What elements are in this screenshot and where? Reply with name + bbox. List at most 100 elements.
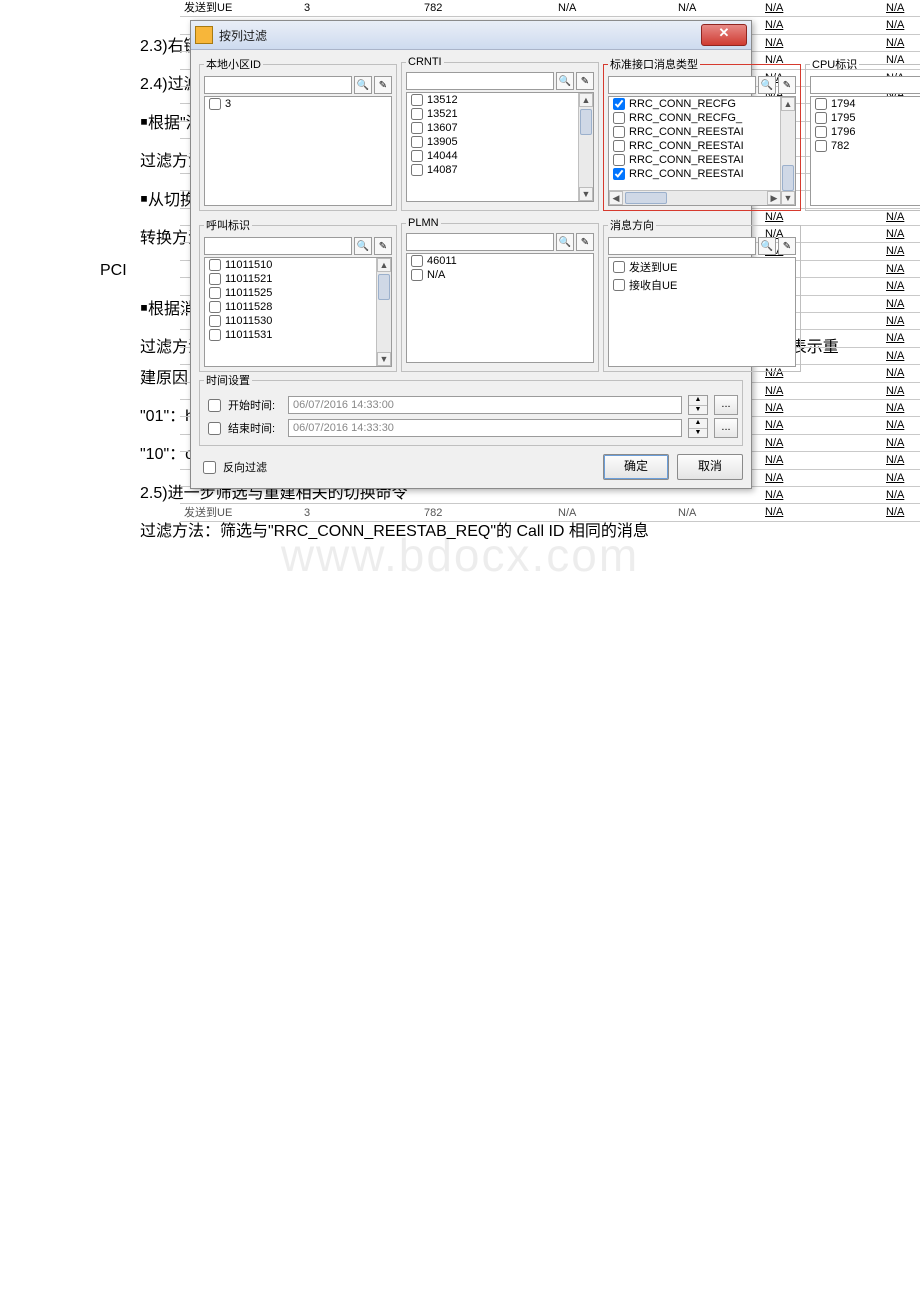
list-item[interactable]: 1795 (811, 111, 920, 125)
scrollbar-v[interactable]: ▲ ▼ (578, 93, 593, 201)
checkbox[interactable] (613, 154, 625, 166)
list-item[interactable]: 14044 (407, 149, 593, 163)
crnti-filter-input[interactable] (406, 72, 554, 90)
callid-list[interactable]: 1101151011011521110115251101152811011530… (204, 257, 392, 367)
scroll-down-icon[interactable]: ▼ (377, 352, 391, 366)
scroll-thumb[interactable] (625, 192, 667, 204)
checkbox[interactable] (208, 399, 221, 412)
checkbox[interactable] (411, 136, 423, 148)
list-item[interactable]: 11011528 (205, 300, 391, 314)
scroll-up-icon[interactable]: ▲ (377, 258, 391, 272)
list-item[interactable]: RRC_CONN_RECFG (609, 97, 795, 111)
local-cell-list[interactable]: 3 (204, 96, 392, 206)
scroll-down-icon[interactable]: ▼ (579, 187, 593, 201)
direction-filter-input[interactable] (608, 237, 756, 255)
checkbox[interactable] (209, 98, 221, 110)
checkbox[interactable] (209, 259, 221, 271)
checkbox[interactable] (411, 255, 423, 267)
checkbox[interactable] (203, 461, 216, 474)
list-item[interactable]: 782 (811, 139, 920, 153)
clear-icon[interactable]: ✎ (778, 237, 796, 255)
list-item[interactable]: N/A (407, 268, 593, 282)
checkbox[interactable] (209, 273, 221, 285)
direction-list[interactable]: 发送到UE接收自UE (608, 257, 796, 367)
checkbox[interactable] (411, 122, 423, 134)
list-item[interactable]: 13607 (407, 121, 593, 135)
scroll-thumb[interactable] (580, 109, 592, 135)
checkbox[interactable] (815, 112, 827, 124)
scroll-right-icon[interactable]: ▶ (767, 191, 781, 205)
close-button[interactable]: ✕ (701, 24, 747, 46)
search-icon[interactable]: 🔍 (758, 237, 776, 255)
scroll-up-icon[interactable]: ▲ (579, 93, 593, 107)
checkbox[interactable] (411, 269, 423, 281)
clear-icon[interactable]: ✎ (576, 233, 594, 251)
checkbox[interactable] (815, 126, 827, 138)
spinner[interactable]: ▲▼ (688, 395, 708, 415)
clear-icon[interactable]: ✎ (778, 76, 796, 94)
msg-type-filter-input[interactable] (608, 76, 756, 94)
spinner[interactable]: ▲▼ (688, 418, 708, 438)
list-item[interactable]: 3 (205, 97, 391, 111)
search-icon[interactable]: 🔍 (556, 233, 574, 251)
cpu-list[interactable]: 179417951796782 (810, 96, 920, 206)
list-item[interactable]: 13521 (407, 107, 593, 121)
clear-icon[interactable]: ✎ (374, 76, 392, 94)
scroll-left-icon[interactable]: ◀ (609, 191, 623, 205)
browse-button[interactable]: ... (714, 418, 738, 438)
list-item[interactable]: 46011 (407, 254, 593, 268)
search-icon[interactable]: 🔍 (556, 72, 574, 90)
list-item[interactable]: 接收自UE (609, 276, 795, 294)
checkbox[interactable] (613, 140, 625, 152)
ok-button[interactable]: 确定 (603, 454, 669, 480)
scrollbar-v[interactable]: ▲ ▼ (780, 97, 795, 205)
checkbox[interactable] (815, 98, 827, 110)
plmn-filter-input[interactable] (406, 233, 554, 251)
crnti-list[interactable]: 135121352113607139051404414087 ▲ ▼ (406, 92, 594, 202)
list-item[interactable]: RRC_CONN_RECFG_ (609, 111, 795, 125)
plmn-list[interactable]: 46011N/A (406, 253, 594, 363)
cancel-button[interactable]: 取消 (677, 454, 743, 480)
titlebar[interactable]: 按列过滤 ✕ (191, 21, 751, 50)
reverse-filter-checkbox[interactable]: 反向过滤 (199, 458, 267, 477)
search-icon[interactable]: 🔍 (354, 237, 372, 255)
list-item[interactable]: 11011530 (205, 314, 391, 328)
list-item[interactable]: RRC_CONN_REESTAI (609, 167, 795, 181)
search-icon[interactable]: 🔍 (354, 76, 372, 94)
end-time-checkbox[interactable]: 结束时间: (204, 419, 282, 438)
list-item[interactable]: RRC_CONN_REESTAI (609, 153, 795, 167)
list-item[interactable]: 1794 (811, 97, 920, 111)
checkbox[interactable] (209, 287, 221, 299)
scrollbar-v[interactable]: ▲ ▼ (376, 258, 391, 366)
scrollbar-h[interactable]: ◀ ▶ (609, 190, 781, 205)
checkbox[interactable] (613, 98, 625, 110)
list-item[interactable]: 1796 (811, 125, 920, 139)
local-cell-filter-input[interactable] (204, 76, 352, 94)
clear-icon[interactable]: ✎ (374, 237, 392, 255)
list-item[interactable]: 11011531 (205, 328, 391, 342)
scroll-up-icon[interactable]: ▲ (781, 97, 795, 111)
checkbox[interactable] (411, 164, 423, 176)
browse-button[interactable]: ... (714, 395, 738, 415)
list-item[interactable]: RRC_CONN_REESTAI (609, 125, 795, 139)
list-item[interactable]: 13512 (407, 93, 593, 107)
list-item[interactable]: RRC_CONN_REESTAI (609, 139, 795, 153)
checkbox[interactable] (613, 168, 625, 180)
list-item[interactable]: 13905 (407, 135, 593, 149)
end-time-input[interactable] (288, 419, 682, 437)
list-item[interactable]: 发送到UE (609, 258, 795, 276)
checkbox[interactable] (411, 94, 423, 106)
checkbox[interactable] (411, 150, 423, 162)
start-time-input[interactable] (288, 396, 682, 414)
callid-filter-input[interactable] (204, 237, 352, 255)
checkbox[interactable] (209, 329, 221, 341)
checkbox[interactable] (613, 112, 625, 124)
checkbox[interactable] (613, 279, 625, 291)
scroll-down-icon[interactable]: ▼ (781, 191, 795, 205)
cpu-filter-input[interactable] (810, 76, 920, 94)
checkbox[interactable] (613, 261, 625, 273)
list-item[interactable]: 11011525 (205, 286, 391, 300)
list-item[interactable]: 11011521 (205, 272, 391, 286)
checkbox[interactable] (613, 126, 625, 138)
scroll-thumb[interactable] (782, 165, 794, 191)
